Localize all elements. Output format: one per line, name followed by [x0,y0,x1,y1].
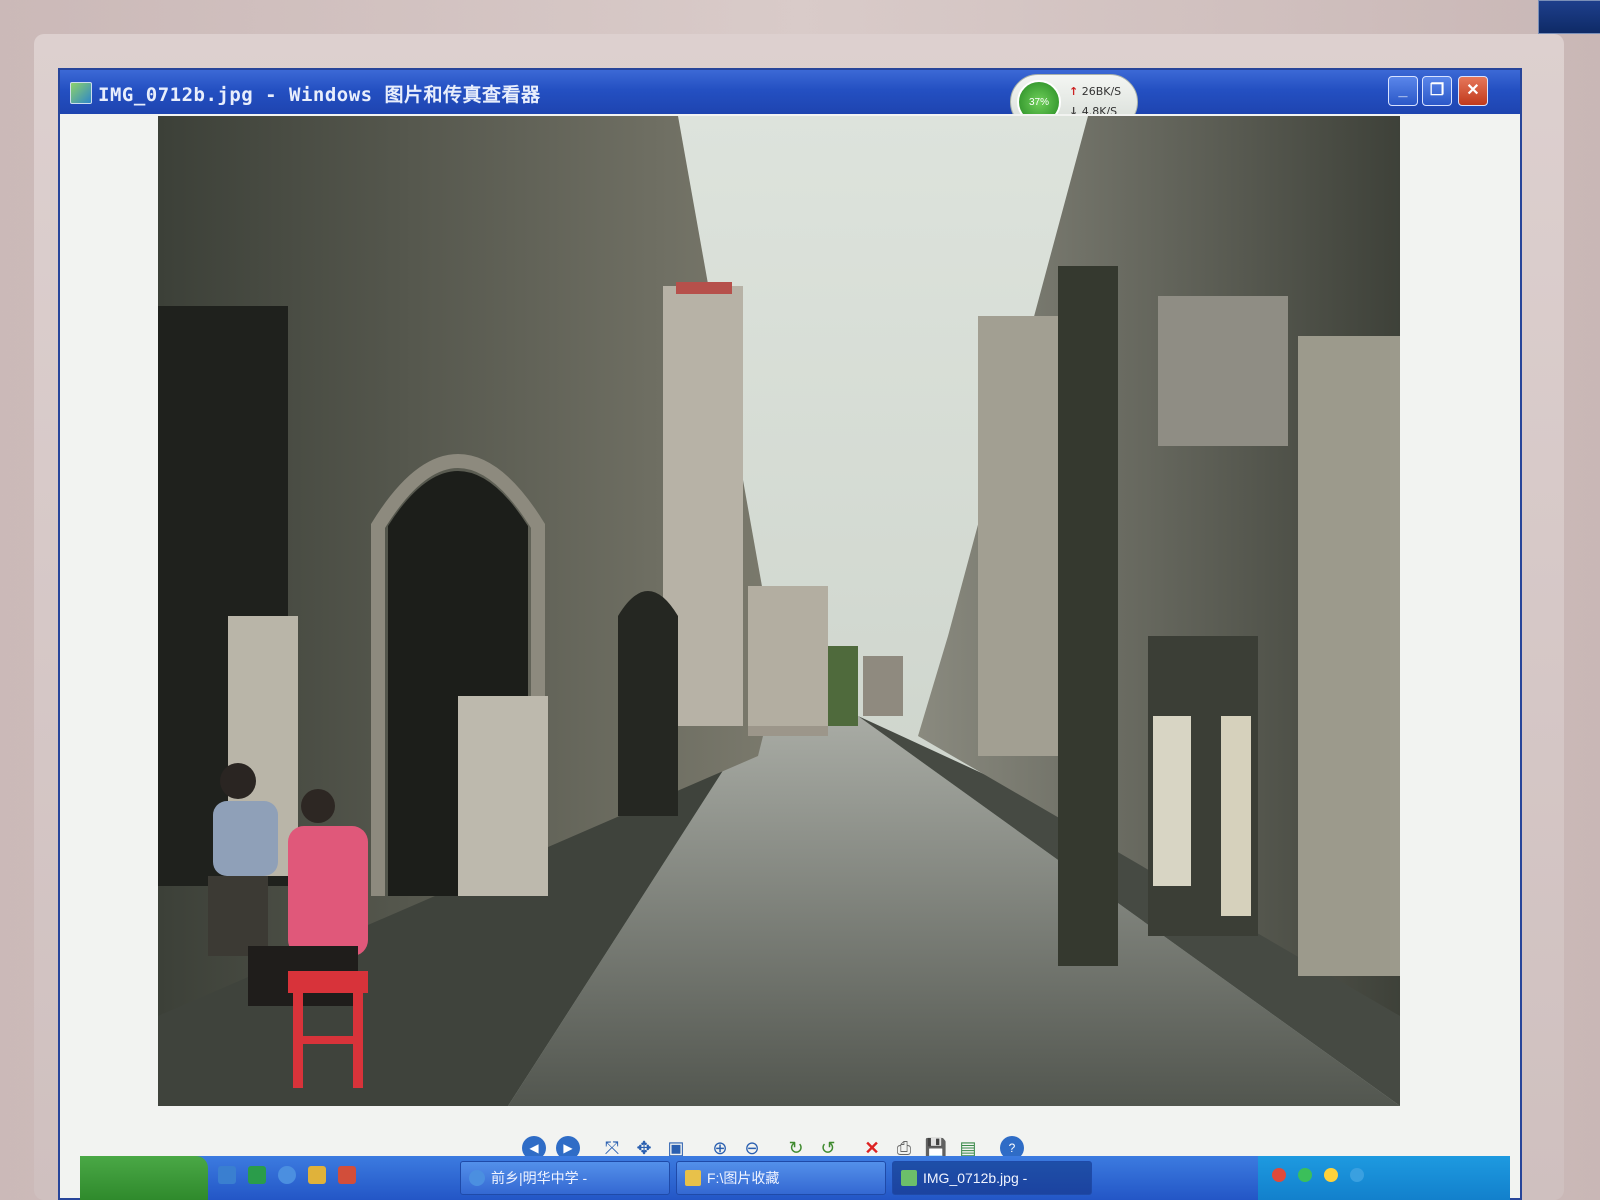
task-folder[interactable]: F:\图片收藏 [676,1161,886,1195]
close-button[interactable]: ✕ [1458,76,1488,106]
tray-antivirus-icon[interactable] [1272,1168,1286,1182]
image-viewer-icon [901,1170,917,1186]
quick-launch-ie-icon[interactable] [278,1166,296,1184]
corner-sticker [1538,0,1600,34]
task-label: F:\图片收藏 [707,1170,780,1186]
viewer-app-icon [70,82,92,104]
tray-messenger-icon[interactable] [1324,1168,1338,1182]
window-title: IMG_0712b.jpg - Windows 图片和传真查看器 [98,84,541,106]
ie-icon [469,1170,485,1186]
quick-launch-media-icon[interactable] [248,1166,266,1184]
quick-launch-app-icon[interactable] [338,1166,356,1184]
tray-network-icon[interactable] [1298,1168,1312,1182]
upload-rate-row: ↑ 26BK/S [1069,85,1121,98]
viewer-canvas: ◀ ▶ ⤧ ✥ ▣ ⊕ ⊖ ↻ ↺ ✕ ⎙ 💾 ▤ ? [60,114,1520,1198]
close-icon: ✕ [1466,82,1480,99]
displayed-photo[interactable] [158,116,1400,1106]
quick-launch-folder-icon[interactable] [308,1166,326,1184]
system-tray [1258,1156,1510,1200]
image-viewer-window: IMG_0712b.jpg - Windows 图片和传真查看器 37% ↑ 2… [58,68,1522,1200]
task-image-viewer[interactable]: IMG_0712b.jpg - [892,1161,1092,1195]
street-photo-illustration [158,116,1400,1106]
task-browser[interactable]: 前乡|明华中学 - [460,1161,670,1195]
gauge-percent: 37% [1028,96,1049,108]
upload-rate: 26BK/S [1081,85,1122,98]
start-button[interactable] [80,1156,208,1200]
upload-arrow-icon: ↑ [1069,85,1079,98]
task-label: IMG_0712b.jpg - [923,1170,1028,1186]
restore-button[interactable]: ❐ [1422,76,1452,106]
task-label: 前乡|明华中学 - [491,1170,588,1186]
tray-volume-icon[interactable] [1350,1168,1364,1182]
folder-icon [685,1170,701,1186]
minimize-button[interactable]: _ [1388,76,1418,106]
title-bar[interactable]: IMG_0712b.jpg - Windows 图片和传真查看器 37% ↑ 2… [60,70,1520,130]
minimize-icon: _ [1398,82,1408,99]
restore-icon: ❐ [1429,82,1445,99]
taskbar: 前乡|明华中学 - F:\图片收藏 IMG_0712b.jpg - [80,1156,1510,1200]
quick-launch-desktop-icon[interactable] [218,1166,236,1184]
